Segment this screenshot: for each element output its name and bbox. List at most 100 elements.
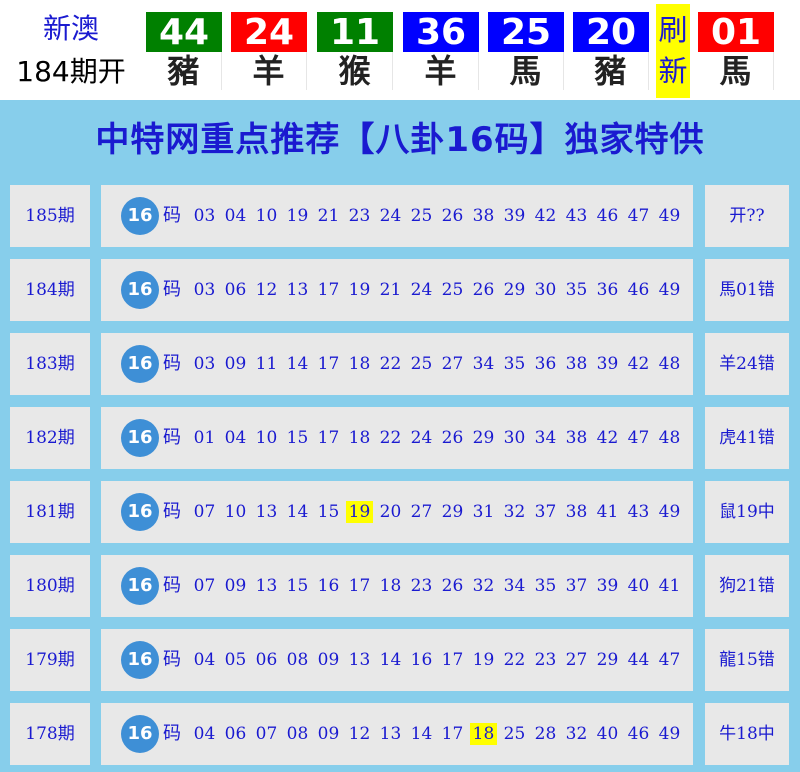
- number-list: 07 09 13 15 16 17 18 23 26 32 34 35 37 39 40 41: [191, 555, 687, 617]
- number: 47: [627, 428, 650, 448]
- period-cell: 183期: [10, 333, 90, 395]
- number: 46: [627, 724, 650, 744]
- number: 06: [255, 650, 278, 670]
- number: 05: [224, 650, 247, 670]
- number: 10: [224, 502, 247, 522]
- number: 13: [286, 280, 309, 300]
- number: 29: [503, 280, 526, 300]
- result-ball: 25 馬: [488, 12, 564, 90]
- number-list: 01 04 10 15 17 18 22 24 26 29 30 34 38 42 47 48: [191, 407, 687, 469]
- number: 49: [658, 206, 681, 226]
- result-ball: 11 猴: [317, 12, 393, 90]
- count-badge: 16: [121, 641, 159, 679]
- number: 23: [534, 650, 557, 670]
- number: 03: [193, 354, 216, 374]
- result-ball: 36 羊: [403, 12, 479, 90]
- number-list: 04 06 07 08 09 12 13 14 17 18 25 28 32 40 46 49: [191, 703, 687, 765]
- number: 26: [472, 280, 495, 300]
- number: 32: [503, 502, 526, 522]
- number: 18: [348, 428, 371, 448]
- number: 14: [410, 724, 433, 744]
- numbers-cell: 16 码 07 10 13 14 15 19 20 27 29 31 32 37 38 41 43 49: [101, 481, 693, 543]
- number: 14: [286, 502, 309, 522]
- result-label: 狗21错: [719, 576, 775, 596]
- ball-number: 36: [403, 12, 479, 53]
- number: 17: [441, 724, 464, 744]
- number: 03: [193, 206, 216, 226]
- number: 47: [627, 206, 650, 226]
- number: 46: [596, 206, 619, 226]
- number: 39: [596, 354, 619, 374]
- number: 26: [441, 206, 464, 226]
- number: 03: [193, 280, 216, 300]
- prediction-list: 185期 16 码 03 04 10 19 21 23 24 25 26 38 39 42 43 46 47 49 开…: [0, 174, 800, 772]
- ma-label: 码: [163, 205, 181, 226]
- count-badge: 16: [121, 567, 159, 605]
- number: 34: [472, 354, 495, 374]
- number: 28: [534, 724, 557, 744]
- number: 23: [410, 576, 433, 596]
- number: 10: [255, 206, 278, 226]
- count-badge: 16: [121, 197, 159, 235]
- number: 30: [534, 280, 557, 300]
- number: 16: [317, 576, 340, 596]
- result-cell: 虎41错: [705, 407, 789, 469]
- ma-label: 码: [163, 353, 181, 374]
- list-item: 183期 16 码 03 09 11 14 17 18 22 25 27 34 35 36 38 39 42 48 羊…: [0, 322, 800, 396]
- number: 24: [379, 206, 402, 226]
- number: 38: [565, 428, 588, 448]
- number: 14: [286, 354, 309, 374]
- refresh-button[interactable]: 刷 新: [656, 4, 690, 98]
- number: 04: [193, 650, 216, 670]
- numbers-cell: 16 码 03 04 10 19 21 23 24 25 26 38 39 42 43 46 47 49: [101, 185, 693, 247]
- period-cell: 181期: [10, 481, 90, 543]
- period-cell: 178期: [10, 703, 90, 765]
- number: 22: [503, 650, 526, 670]
- list-item: 179期 16 码 04 05 06 08 09 13 14 16 17 19 22 23 27 29 44 47 龍…: [0, 618, 800, 692]
- number: 40: [627, 576, 650, 596]
- number: 11: [255, 354, 278, 374]
- current-period: 184期开: [16, 55, 126, 88]
- number: 17: [441, 650, 464, 670]
- ball-zodiac: 馬: [698, 52, 774, 90]
- number: 29: [441, 502, 464, 522]
- ball-zodiac: 馬: [488, 52, 564, 90]
- period-cell: 182期: [10, 407, 90, 469]
- number: 14: [379, 650, 402, 670]
- number: 36: [596, 280, 619, 300]
- number: 01: [193, 428, 216, 448]
- number: 47: [658, 650, 681, 670]
- number-list: 03 09 11 14 17 18 22 25 27 34 35 36 38 39 42 48: [191, 333, 687, 395]
- number: 09: [317, 724, 340, 744]
- number: 17: [317, 280, 340, 300]
- page-title: 中特网重点推荐【八卦16码】独家特供: [95, 120, 705, 160]
- number: 18: [348, 354, 371, 374]
- number: 29: [596, 650, 619, 670]
- number: 04: [193, 724, 216, 744]
- number: 34: [503, 576, 526, 596]
- ball-number: 24: [231, 12, 307, 53]
- ma-label: 码: [163, 427, 181, 448]
- ball-zodiac: 羊: [403, 52, 479, 90]
- number: 46: [627, 280, 650, 300]
- number: 35: [503, 354, 526, 374]
- numbers-cell: 16 码 01 04 10 15 17 18 22 24 26 29 30 34 38 42 47 48: [101, 407, 693, 469]
- number: 19: [472, 650, 495, 670]
- refresh-label-2: 新: [658, 54, 688, 88]
- numbers-cell: 16 码 07 09 13 15 16 17 18 23 26 32 34 35 37 39 40 41: [101, 555, 693, 617]
- number: 26: [441, 428, 464, 448]
- ma-label: 码: [163, 649, 181, 670]
- number: 09: [224, 576, 247, 596]
- period-cell: 180期: [10, 555, 90, 617]
- number: 37: [565, 576, 588, 596]
- period-label: 183期: [25, 354, 75, 374]
- number: 38: [565, 502, 588, 522]
- refresh-label-1: 刷: [658, 13, 688, 47]
- number: 07: [193, 502, 216, 522]
- numbers-cell: 16 码 03 09 11 14 17 18 22 25 27 34 35 36 38 39 42 48: [101, 333, 693, 395]
- number: 17: [317, 428, 340, 448]
- ball-zodiac: 豬: [146, 52, 222, 90]
- number: 07: [255, 724, 278, 744]
- result-label: 虎41错: [719, 428, 775, 448]
- number: 26: [441, 576, 464, 596]
